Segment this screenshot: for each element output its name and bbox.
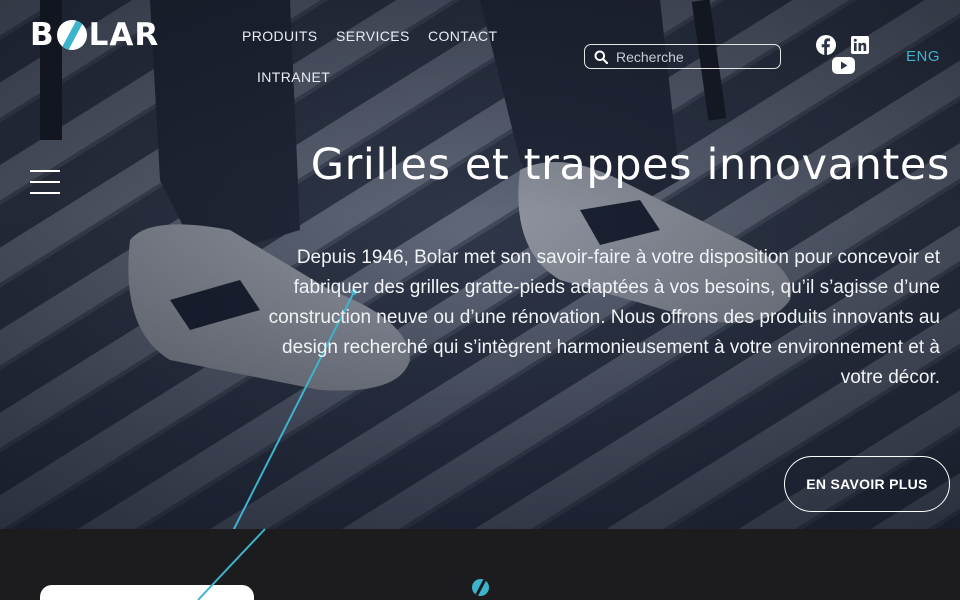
search-box (584, 44, 781, 69)
bolar-mark-icon (472, 579, 489, 596)
content-card[interactable] (40, 585, 254, 600)
hero-title: Grilles et trappes innovantes (310, 140, 950, 190)
hero-description: Depuis 1946, Bolar met son savoir-faire … (268, 247, 940, 388)
search-icon[interactable] (594, 50, 608, 64)
nav-item-produits[interactable]: PRODUITS (242, 28, 318, 44)
hero-section: B LAR PRODUITS SERVICES CONTACT INTRANET … (0, 0, 960, 529)
nav-item-contact[interactable]: CONTACT (428, 28, 497, 44)
menu-hamburger-icon[interactable] (30, 170, 60, 194)
facebook-icon[interactable] (816, 35, 836, 55)
search-input[interactable] (616, 48, 766, 65)
youtube-icon[interactable] (832, 57, 855, 74)
linkedin-icon[interactable] (851, 36, 869, 54)
learn-more-button[interactable]: EN SAVOIR PLUS (784, 456, 950, 512)
language-switch-eng[interactable]: ENG (906, 48, 940, 65)
nav-item-intranet[interactable]: INTRANET (257, 69, 330, 85)
bolar-logo[interactable]: B LAR (30, 20, 159, 51)
nav-item-services[interactable]: SERVICES (336, 28, 410, 44)
